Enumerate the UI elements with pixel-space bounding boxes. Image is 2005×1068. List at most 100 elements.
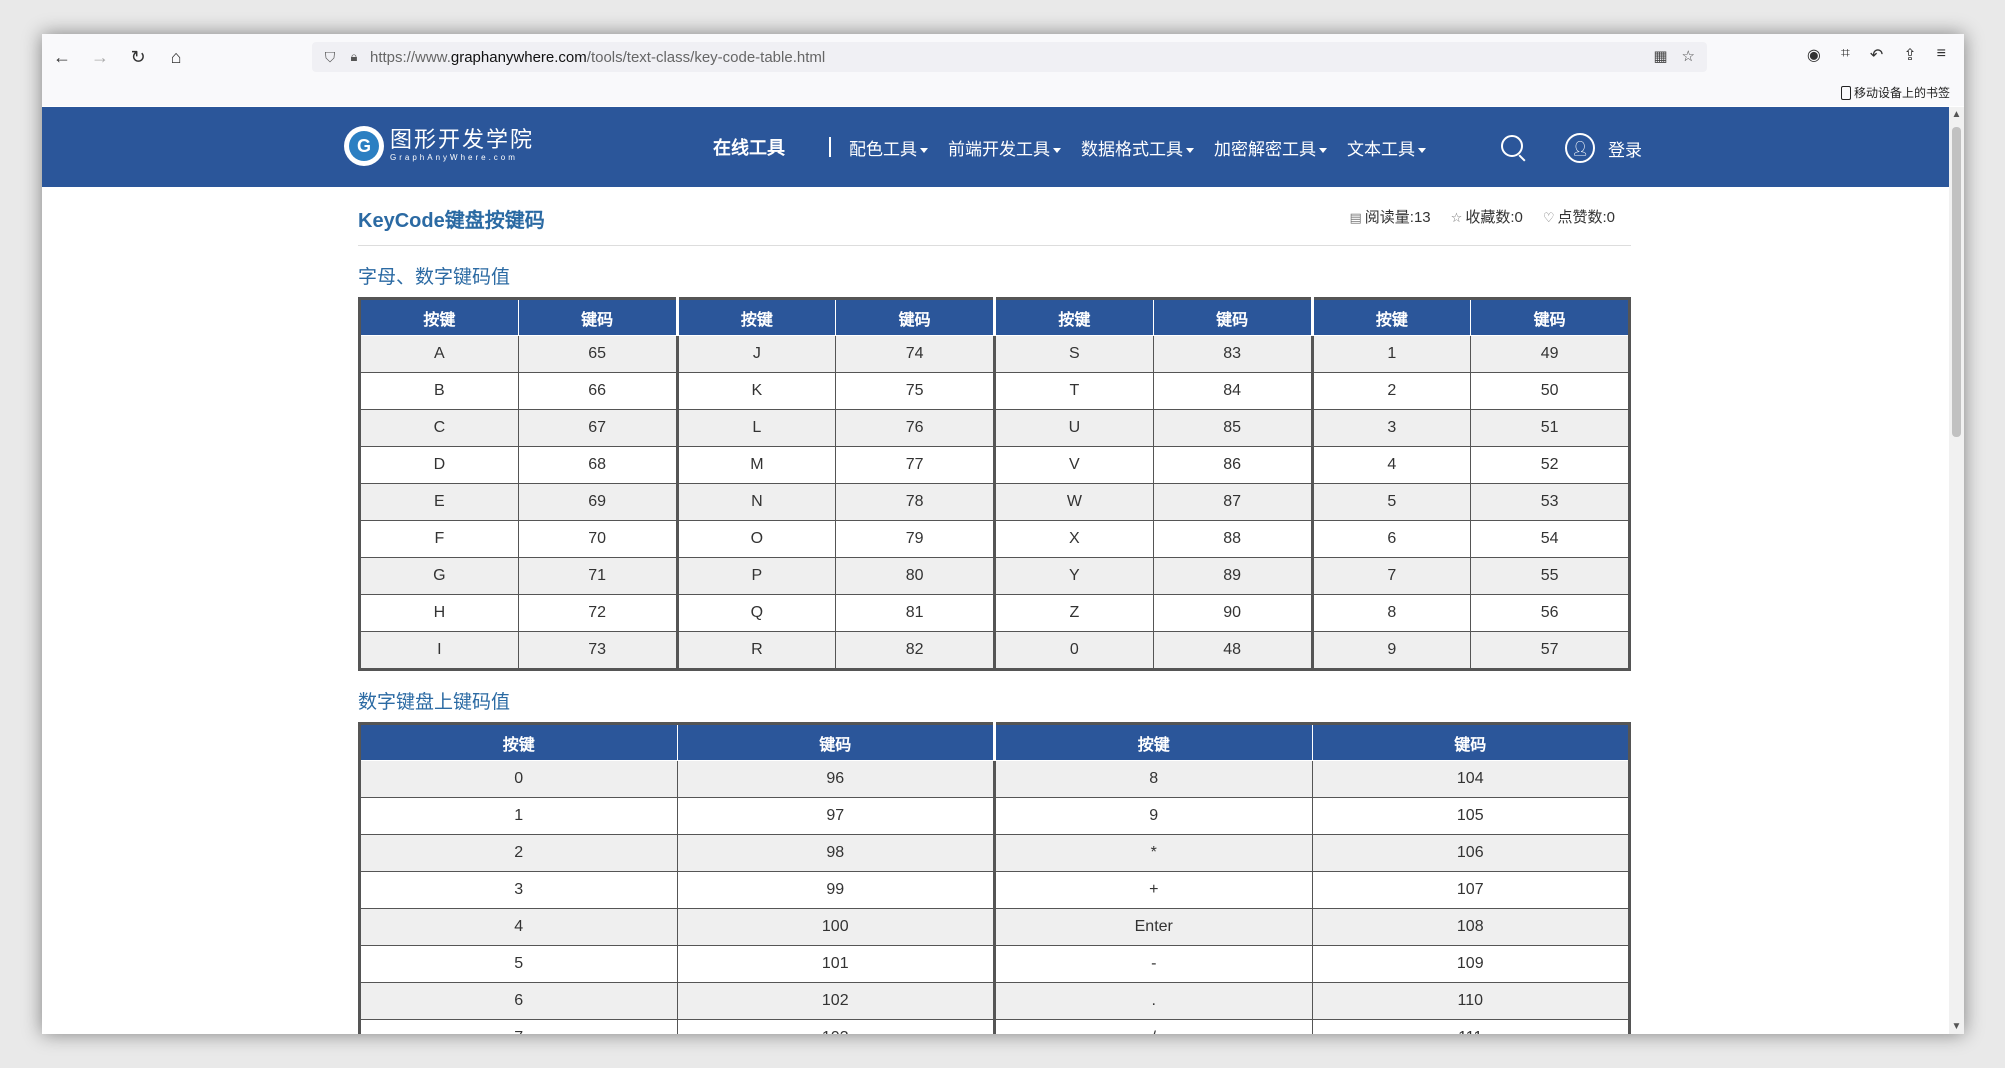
section-title-letters: 字母、数字键码值: [358, 267, 511, 288]
undo-icon[interactable]: ↶: [1870, 45, 1883, 65]
key-cell: Z: [993, 594, 1154, 632]
key-cell: /: [993, 1019, 1313, 1034]
key-cell: T: [993, 372, 1154, 410]
menu-online-tools[interactable]: 在线工具: [713, 134, 785, 160]
key-cell: J: [675, 335, 837, 373]
key-cell: Q: [675, 594, 837, 632]
key-cell: +: [993, 871, 1313, 909]
table-row: F 70 O 79 X 88 6 54: [359, 520, 1630, 558]
code-cell: 102: [676, 982, 995, 1020]
login-link[interactable]: 登录: [1608, 136, 1642, 161]
code-cell: 84: [1152, 372, 1313, 410]
table-row: 0 96 8 104: [359, 760, 1630, 798]
header-code: 键码: [835, 298, 995, 336]
menu-data-format-tools[interactable]: 数据格式工具: [1081, 135, 1194, 160]
scrollbar[interactable]: ▲ ▼: [1949, 107, 1964, 1034]
lock-icon[interactable]: 🔒︎: [344, 49, 364, 65]
code-cell: 75: [835, 372, 995, 410]
code-cell: 77: [835, 446, 995, 484]
table-row: 1 97 9 105: [359, 797, 1630, 835]
key-cell: 6: [1310, 520, 1472, 558]
key-cell: 8: [993, 760, 1313, 798]
user-icon[interactable]: 👤︎: [1565, 133, 1595, 163]
key-cell: F: [359, 520, 519, 558]
menu-text-tools[interactable]: 文本工具: [1347, 135, 1426, 160]
favorites-stat[interactable]: ☆ 收藏数:0: [1451, 206, 1523, 227]
browser-toolbar: ← → ↻ ⌂ ⛉ 🔒︎ https://www.graphanywhere.c…: [42, 34, 1964, 80]
code-cell: 110: [1311, 982, 1630, 1020]
key-cell: 2: [1310, 372, 1472, 410]
code-cell: 49: [1470, 335, 1630, 373]
key-cell: 9: [993, 797, 1313, 835]
code-cell: 65: [517, 335, 678, 373]
code-cell: 85: [1152, 409, 1313, 447]
likes-stat[interactable]: ♡ 点赞数:0: [1543, 206, 1615, 227]
key-cell: 1: [359, 797, 678, 835]
menu-icon[interactable]: ≡: [1937, 45, 1946, 65]
key-cell: I: [359, 631, 519, 670]
menu-frontend-tools[interactable]: 前端开发工具: [948, 135, 1061, 160]
extensions-icon[interactable]: ⇪: [1903, 45, 1916, 65]
header-code: 键码: [1470, 298, 1630, 336]
scroll-down-icon[interactable]: ▼: [1949, 1021, 1964, 1032]
code-cell: 71: [517, 557, 678, 595]
key-cell: K: [675, 372, 837, 410]
site-logo[interactable]: G 图形开发学院 GraphAnyWhere.com: [344, 126, 534, 166]
key-cell: 6: [359, 982, 678, 1020]
screenshot-frame: ← → ↻ ⌂ ⛉ 🔒︎ https://www.graphanywhere.c…: [0, 0, 2005, 1068]
key-cell: U: [993, 409, 1154, 447]
header-key: 按键: [993, 723, 1313, 761]
section-title-numpad: 数字键盘上键码值: [358, 692, 511, 713]
code-cell: 69: [517, 483, 678, 521]
key-cell: X: [993, 520, 1154, 558]
header-code: 键码: [1311, 723, 1630, 761]
letters-keycode-table: 按键 键码 按键 键码 按键 键码 按键 键码 A 65 J 74 S 83 1 49 B 66 K 75 T 84 2 5…: [358, 297, 1631, 671]
table-row: 7103/111: [359, 1019, 1630, 1034]
table-row: E 69 N 78 W 87 5 53: [359, 483, 1630, 521]
key-cell: V: [993, 446, 1154, 484]
key-cell: M: [675, 446, 837, 484]
code-cell: 86: [1152, 446, 1313, 484]
url-text[interactable]: https://www.graphanywhere.com/tools/text…: [370, 49, 825, 66]
code-cell: 68: [517, 446, 678, 484]
code-cell: 104: [1311, 760, 1630, 798]
scrollbar-thumb[interactable]: [1952, 127, 1961, 437]
header-code: 键码: [1152, 298, 1313, 336]
key-cell: 2: [359, 834, 678, 872]
qr-code-icon[interactable]: ▦: [1653, 47, 1667, 65]
menu-divider: [829, 137, 831, 157]
key-cell: 4: [1310, 446, 1472, 484]
code-cell: 97: [676, 797, 995, 835]
key-cell: 8: [1310, 594, 1472, 632]
account-icon[interactable]: ◉: [1807, 45, 1821, 65]
code-cell: 98: [676, 834, 995, 872]
code-cell: 101: [676, 945, 995, 983]
key-cell: 7: [359, 1019, 678, 1034]
bookmark-star-icon[interactable]: ☆: [1682, 47, 1695, 65]
mobile-bookmarks[interactable]: 移动设备上的书签: [1840, 84, 1950, 101]
home-icon[interactable]: ⌂: [158, 39, 194, 75]
key-cell: 5: [1310, 483, 1472, 521]
code-cell: 99: [676, 871, 995, 909]
search-icon[interactable]: [1501, 135, 1523, 157]
back-icon[interactable]: ←: [44, 39, 80, 75]
key-cell: R: [675, 631, 837, 670]
site-header: G 图形开发学院 GraphAnyWhere.com 在线工具 配色工具 前端开…: [42, 107, 1949, 187]
key-cell: P: [675, 557, 837, 595]
crop-icon[interactable]: ⌗: [1841, 45, 1850, 65]
key-cell: G: [359, 557, 519, 595]
code-cell: 76: [835, 409, 995, 447]
forward-icon[interactable]: →: [82, 39, 118, 75]
key-cell: 4: [359, 908, 678, 946]
menu-crypto-tools[interactable]: 加密解密工具: [1214, 135, 1327, 160]
reload-icon[interactable]: ↻: [120, 39, 156, 75]
shield-icon[interactable]: ⛉: [316, 49, 344, 66]
menu-color-tools[interactable]: 配色工具: [849, 135, 928, 160]
code-cell: 53: [1470, 483, 1630, 521]
key-cell: C: [359, 409, 519, 447]
star-icon: ☆: [1450, 210, 1463, 225]
scroll-up-icon[interactable]: ▲: [1949, 109, 1964, 120]
code-cell: 56: [1470, 594, 1630, 632]
key-cell: 3: [359, 871, 678, 909]
address-bar[interactable]: ⛉ 🔒︎ https://www.graphanywhere.com/tools…: [312, 42, 1707, 72]
